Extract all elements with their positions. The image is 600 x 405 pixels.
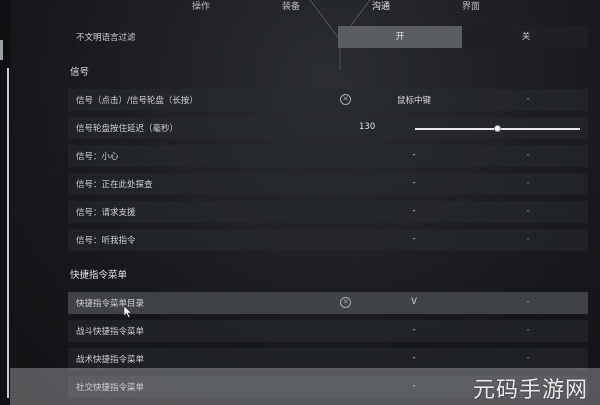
- top-tabs: 操作 装备 沟通 界面: [0, 0, 600, 12]
- signal-row[interactable]: 信号：请求支援 - -: [68, 201, 588, 223]
- secondary-binding[interactable]: -: [474, 353, 582, 363]
- quick-menu-row-label: 战术快捷指令菜单: [76, 355, 145, 365]
- quick-menu-row-label: 战斗快捷指令菜单: [76, 327, 145, 337]
- signal-row[interactable]: 信号：正在此处探查 - -: [68, 173, 588, 195]
- secondary-binding[interactable]: -: [474, 234, 582, 244]
- section-title-signal: 信号: [70, 67, 90, 78]
- profanity-filter-off-button[interactable]: 关: [464, 26, 588, 48]
- delay-slider-value: 130: [359, 122, 376, 132]
- primary-binding[interactable]: -: [364, 150, 464, 160]
- delay-slider-thumb[interactable]: [494, 125, 501, 132]
- secondary-binding[interactable]: -: [474, 94, 582, 104]
- signal-row-label: 信号：正在此处探查: [76, 180, 153, 190]
- secondary-binding[interactable]: -: [474, 297, 582, 307]
- signal-row-label: 信号（点击）/信号轮盘（长按）: [76, 96, 198, 106]
- profanity-filter-row: 不文明语言过滤 开 关: [68, 26, 588, 48]
- secondary-binding[interactable]: -: [474, 325, 582, 335]
- watermark-text: 元码手游网: [472, 378, 588, 403]
- mouse-cursor-icon: [124, 306, 132, 318]
- secondary-binding[interactable]: -: [474, 150, 582, 160]
- rail-selected-marker: [0, 40, 3, 60]
- tab-interface[interactable]: 界面: [462, 0, 480, 12]
- delay-slider-row: 信号轮盘按住延迟（毫秒） 130: [68, 117, 588, 139]
- secondary-binding[interactable]: -: [474, 206, 582, 216]
- profanity-filter-label: 不文明语言过滤: [76, 33, 136, 43]
- profanity-filter-on-button[interactable]: 开: [338, 26, 462, 48]
- quick-menu-row[interactable]: 战斗快捷指令菜单 - -: [68, 320, 588, 342]
- circle-x-icon[interactable]: ✕: [340, 297, 351, 308]
- signal-row[interactable]: 信号（点击）/信号轮盘（长按） ✕ 鼠标中键 -: [68, 89, 588, 111]
- primary-binding[interactable]: -: [364, 325, 464, 335]
- quick-menu-row[interactable]: 快捷指令菜单目录 ✕ V -: [68, 292, 588, 314]
- signal-row-label: 信号：小心: [76, 152, 119, 162]
- signal-row[interactable]: 信号：听我指令 - -: [68, 229, 588, 251]
- circle-x-icon[interactable]: ✕: [340, 94, 351, 105]
- secondary-binding[interactable]: -: [474, 178, 582, 188]
- quick-menu-row[interactable]: 战术快捷指令菜单 - -: [68, 348, 588, 370]
- section-title-quick-menu: 快捷指令菜单: [70, 270, 128, 281]
- primary-binding[interactable]: 鼠标中键: [364, 94, 464, 106]
- signal-row-label: 信号：听我指令: [76, 236, 136, 246]
- primary-binding[interactable]: -: [364, 206, 464, 216]
- scrollbar[interactable]: [7, 68, 9, 398]
- signal-row-label: 信号：请求支援: [76, 208, 136, 218]
- delay-slider-label: 信号轮盘按住延迟（毫秒）: [76, 124, 179, 134]
- primary-binding[interactable]: -: [364, 353, 464, 363]
- primary-binding[interactable]: -: [364, 178, 464, 188]
- tab-equipment[interactable]: 装备: [282, 0, 300, 12]
- quick-menu-row-label: 快捷指令菜单目录: [76, 299, 145, 309]
- tab-controls[interactable]: 操作: [192, 0, 210, 12]
- tab-communication[interactable]: 沟通: [372, 0, 390, 12]
- primary-binding[interactable]: V: [364, 297, 464, 307]
- signal-row[interactable]: 信号：小心 - -: [68, 145, 588, 167]
- primary-binding[interactable]: -: [364, 234, 464, 244]
